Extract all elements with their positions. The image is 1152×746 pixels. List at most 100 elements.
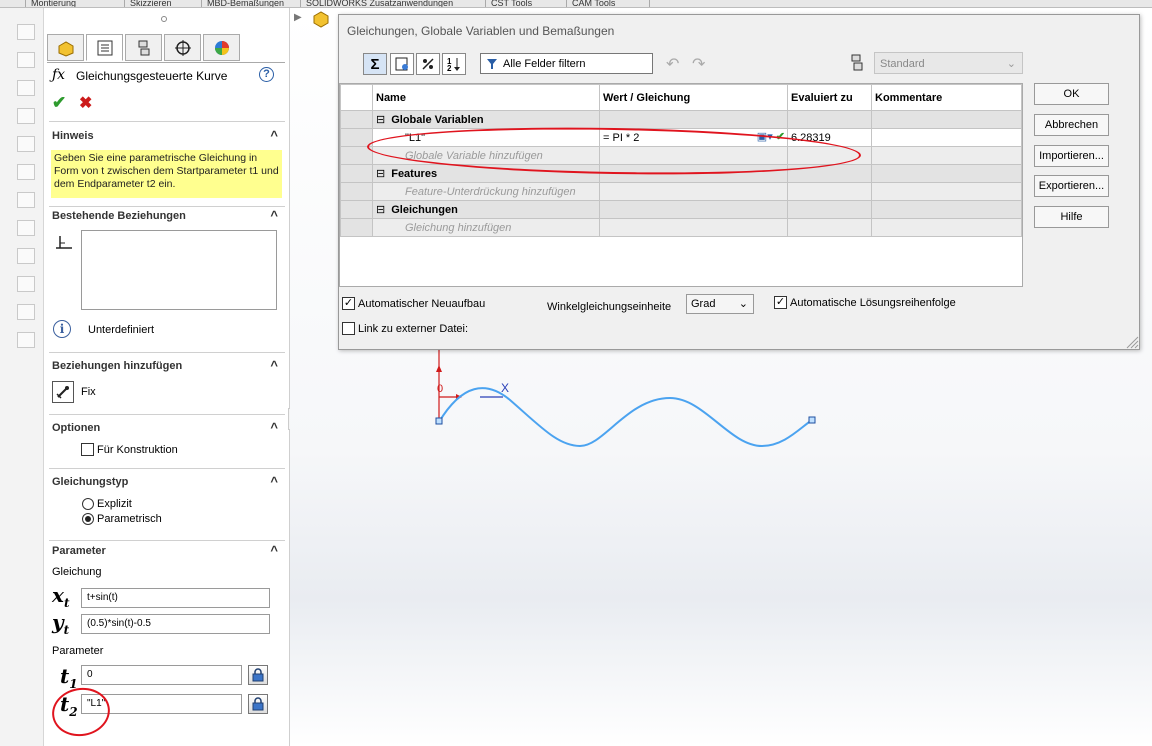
panel-grip-icon[interactable] [161,16,167,22]
equations-grid[interactable]: Name Wert / Gleichung Evaluiert zu Komme… [339,83,1023,287]
tool-icon[interactable] [17,52,35,68]
tool-icon[interactable] [17,80,35,96]
add-global-variable[interactable]: Globale Variable hinzufügen [372,146,600,165]
tool-icon[interactable] [17,332,35,348]
collapse-chevron-icon[interactable]: ^ [270,208,278,223]
collapse-chevron-icon[interactable]: ^ [270,420,278,435]
collapse-chevron-icon[interactable]: ^ [270,358,278,373]
redo-icon[interactable]: ↷ [692,54,705,74]
divider [49,468,285,469]
cancel-x-icon[interactable]: ✖ [79,93,92,113]
add-feature-suppression[interactable]: Feature-Unterdrückung hinzufügen [372,182,600,201]
add-equation[interactable]: Gleichung hinzufügen [372,218,600,237]
tab-edge[interactable] [0,0,26,7]
tool-icon[interactable] [17,304,35,320]
cancel-button[interactable]: Abbrechen [1034,114,1109,136]
property-manager-icon [97,40,112,55]
tab-skizzieren[interactable]: Skizzieren [126,0,202,7]
tab-property-manager[interactable] [86,34,123,61]
var-name-cell[interactable]: "L1" [372,128,600,147]
tab-cst-tools[interactable]: CST Tools [487,0,567,7]
auto-rebuild-checkbox[interactable]: ✓ [342,297,355,310]
tool-icon[interactable] [17,220,35,236]
help-button[interactable]: Hilfe [1034,206,1109,228]
col-name[interactable]: Name [372,84,600,111]
undo-icon[interactable]: ↶ [666,54,679,74]
command-manager-tabs: Montierung Skizzieren MBD-Bemaßungen SOL… [0,0,1152,8]
ok-check-icon[interactable]: ✔ [52,93,66,113]
link-external-checkbox[interactable] [342,322,355,335]
var-comment-cell[interactable] [871,128,1022,147]
configuration-select[interactable]: Standard ⌄ [874,52,1023,74]
import-button[interactable]: Importieren... [1034,145,1109,167]
export-button[interactable]: Exportieren... [1034,175,1109,197]
tab-montierung[interactable]: Montierung [27,0,125,7]
hint-text: Geben Sie eine parametrische Gleichung i… [51,150,282,198]
collapse-chevron-icon[interactable]: ^ [270,474,278,489]
dimension-view-button[interactable] [416,53,440,75]
curve-start-point[interactable] [435,417,443,425]
explicit-radio[interactable] [82,498,94,510]
curve-end-point[interactable] [808,416,816,424]
parametric-radio[interactable] [82,513,94,525]
t1-input[interactable]: 0 [81,665,242,685]
equation-view-button[interactable]: Σ [363,53,387,75]
feature-tree-flyout[interactable]: ▶ [294,11,329,28]
yt-symbol: yt [52,610,70,637]
parametric-label: Parametrisch [97,513,162,525]
sketch-equation-view-button[interactable] [390,53,414,75]
tool-icon[interactable] [17,276,35,292]
collapse-chevron-icon[interactable]: ^ [270,543,278,558]
tool-icon[interactable] [17,136,35,152]
parameter-section-header[interactable]: Parameter ^ [52,543,282,558]
hinweis-section-header[interactable]: Hinweis ^ [52,128,282,143]
t1-lock-button[interactable] [248,665,268,685]
col-value[interactable]: Wert / Gleichung [599,84,788,111]
tool-icon[interactable] [17,248,35,264]
link-external-label: Link zu externer Datei: [358,323,469,335]
xt-equation-input[interactable]: t+sin(t) [81,588,270,608]
features-group-cell[interactable]: ⊟ Features [372,164,600,183]
tab-display-manager[interactable] [203,34,240,61]
filter-all-fields-input[interactable]: Alle Felder filtern [480,53,653,74]
equation-dropdown-icon[interactable]: ▣▾ [757,131,773,143]
t2-input[interactable]: "L1" [81,694,242,714]
fix-relation-button[interactable] [52,381,74,403]
parameter-title: Parameter [52,545,106,557]
col-evaluated[interactable]: Evaluiert zu [787,84,872,111]
bestehende-section-header[interactable]: Bestehende Beziehungen ^ [52,208,282,223]
tool-icon[interactable] [17,24,35,40]
collapse-chevron-icon[interactable]: ^ [270,128,278,143]
resize-grip-icon[interactable] [1125,335,1139,349]
collapse-minus-icon: ⊟ [376,204,386,216]
tab-addins[interactable]: SOLIDWORKS Zusatzanwendungen [302,0,486,7]
yt-equation-input[interactable]: (0.5)*sin(t)-0.5 [81,614,270,634]
tool-icon[interactable] [17,164,35,180]
tab-dimxpert[interactable] [164,34,201,61]
ordered-view-button[interactable]: 12 [442,53,466,75]
tool-icon[interactable] [17,108,35,124]
configuration-icon[interactable] [849,54,865,72]
auto-solve-checkbox[interactable]: ✓ [774,296,787,309]
optionen-section-header[interactable]: Optionen ^ [52,420,282,435]
relations-list[interactable] [81,230,277,310]
globals-group-cell[interactable]: ⊟ Globale Variablen [372,110,600,129]
angle-unit-select[interactable]: Grad ⌄ [686,294,754,314]
tab-configuration-manager[interactable] [125,34,162,61]
help-icon[interactable]: ? [259,67,274,82]
gleichungstyp-section-header[interactable]: Gleichungstyp ^ [52,474,282,489]
tool-icon[interactable] [17,192,35,208]
equations-group-label: Gleichungen [391,204,458,216]
col-comment[interactable]: Kommentare [871,84,1022,111]
tab-cam-tools[interactable]: CAM Tools [568,0,650,7]
ok-button[interactable]: OK [1034,83,1109,105]
tab-feature-manager[interactable] [47,34,84,61]
hinzufuegen-section-header[interactable]: Beziehungen hinzufügen ^ [52,358,282,373]
var-value-cell[interactable]: = PI * 2 ▣▾ ✔ [599,128,788,147]
confirm-check-icon[interactable]: ✔ [776,131,785,143]
equations-group-cell[interactable]: ⊟ Gleichungen [372,200,600,219]
collapse-minus-icon: ⊟ [376,114,386,126]
construction-checkbox[interactable] [81,443,94,456]
t2-lock-button[interactable] [248,694,268,714]
tab-mbd[interactable]: MBD-Bemaßungen [203,0,301,7]
